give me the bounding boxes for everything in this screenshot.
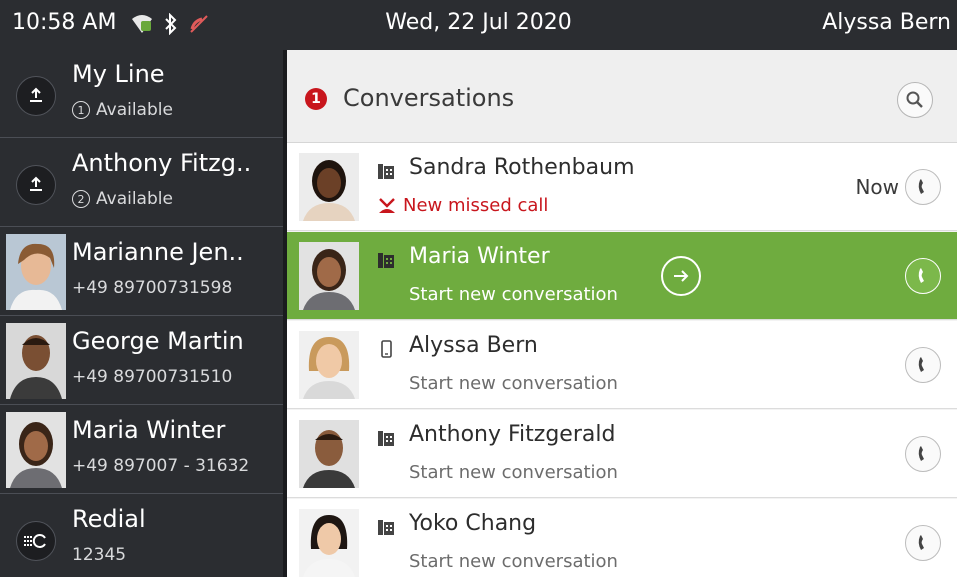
call-button[interactable] (905, 525, 941, 561)
phone-icon (918, 268, 924, 283)
availability-text: Available (96, 189, 173, 209)
missed-count-badge: 1 (305, 88, 327, 110)
phone-icon (918, 357, 924, 372)
sidebar-item-label: Maria Winter (72, 416, 226, 444)
call-button[interactable] (905, 347, 941, 383)
sidebar-item-label: Marianne Jen.. (72, 238, 244, 266)
contact-name: Anthony Fitzgerald (409, 422, 616, 447)
search-icon (906, 91, 923, 108)
sidebar-item-maria[interactable]: Maria Winter +49 897007 - 31632 (0, 406, 283, 494)
phone-icon (918, 535, 924, 550)
office-phone-icon (378, 520, 394, 535)
office-phone-icon (378, 431, 394, 446)
sidebar-item-number: 12345 (72, 545, 127, 565)
sidebar-item-label: Redial (72, 505, 146, 533)
office-phone-icon (378, 253, 394, 268)
date: Wed, 22 Jul 2020 (385, 10, 572, 35)
mobile-phone-icon (381, 340, 392, 358)
contact-photo (6, 323, 66, 399)
sidebar-item-number: +49 89700731510 (72, 367, 233, 387)
sidebar-item-status: 2 Available (72, 189, 173, 209)
line-number-badge: 2 (72, 190, 90, 208)
call-button[interactable] (905, 436, 941, 472)
sidebar-item-label: Anthony Fitzg.. (72, 149, 252, 177)
contact-photo (299, 509, 359, 577)
timestamp: Now (855, 175, 899, 199)
conversation-row[interactable]: Yoko Chang Start new conversation (287, 499, 957, 577)
contact-photo (299, 153, 359, 221)
status-bar: 10:58 AM Wed, 22 Jul 2020 Alyssa Bern (0, 0, 957, 50)
office-phone-icon (378, 164, 394, 179)
availability-text: Available (96, 100, 173, 120)
line-key-icon (16, 76, 56, 116)
missed-call-status: New missed call (377, 195, 548, 216)
status-text: New missed call (403, 195, 549, 216)
sidebar-item-status: 1 Available (72, 100, 173, 120)
conversation-row[interactable]: Anthony Fitzgerald Start new conversatio… (287, 410, 957, 498)
status-text: Start new conversation (409, 373, 618, 394)
sidebar-item-number: +49 89700731598 (72, 278, 233, 298)
conversation-row[interactable]: Alyssa Bern Start new conversation (287, 321, 957, 409)
contact-photo (6, 412, 66, 488)
sidebar-item-george[interactable]: George Martin +49 89700731510 (0, 317, 283, 405)
missed-call-icon (379, 197, 395, 213)
contact-name: Yoko Chang (409, 511, 537, 536)
redial-icon (16, 521, 56, 561)
page-title: Conversations (343, 84, 515, 112)
line-key-icon (16, 165, 56, 205)
sidebar-item-anthony[interactable]: Anthony Fitzg.. 2 Available (0, 139, 283, 227)
contact-photo (299, 242, 359, 310)
status-text: Start new conversation (409, 462, 618, 483)
contact-name: Maria Winter (409, 244, 550, 269)
sidebar-item-number: +49 897007 - 31632 (72, 456, 250, 476)
contact-photo (6, 234, 66, 310)
arrow-right-icon (674, 270, 689, 282)
phone-icon (918, 179, 924, 194)
search-button[interactable] (897, 82, 933, 118)
open-conversation-button[interactable] (661, 256, 701, 296)
contact-photo (299, 331, 359, 399)
call-button[interactable] (905, 169, 941, 205)
line-keys-sidebar: My Line 1 Available Anthony Fitzg.. 2 Av… (0, 50, 287, 577)
conversation-row-selected[interactable]: Maria Winter Start new conversation (287, 232, 957, 320)
status-text: Start new conversation (409, 284, 618, 305)
phone-icon (918, 446, 924, 461)
contact-name: Sandra Rothenbaum (409, 155, 635, 180)
contact-photo (299, 420, 359, 488)
sidebar-item-label: My Line (72, 60, 165, 88)
sidebar-item-label: George Martin (72, 327, 244, 355)
contact-name: Alyssa Bern (409, 333, 538, 358)
line-number-badge: 1 (72, 101, 90, 119)
user-name: Alyssa Bern (822, 10, 951, 35)
sidebar-item-my-line[interactable]: My Line 1 Available (0, 50, 283, 138)
conversations-panel: 1 Conversations Sandra Rothenbaum New mi… (287, 50, 957, 577)
conversation-row[interactable]: Sandra Rothenbaum New missed call Now (287, 143, 957, 231)
status-text: Start new conversation (409, 551, 618, 572)
sidebar-item-redial[interactable]: Redial 12345 (0, 495, 283, 577)
sidebar-item-marianne[interactable]: Marianne Jen.. +49 89700731598 (0, 228, 283, 316)
call-button[interactable] (905, 258, 941, 294)
conversations-header: 1 Conversations (287, 50, 957, 143)
